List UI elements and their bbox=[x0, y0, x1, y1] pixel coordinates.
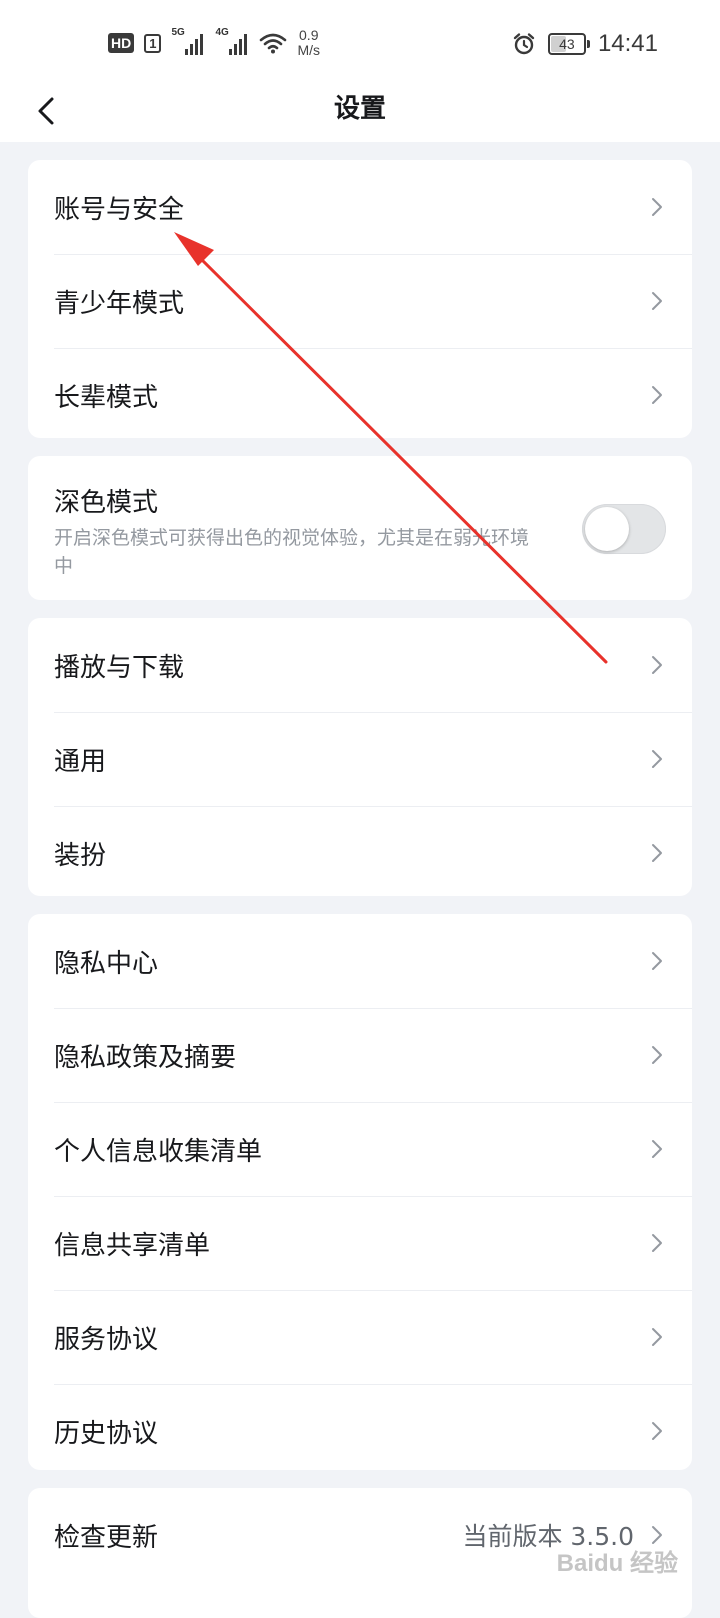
dark-mode-toggle[interactable] bbox=[582, 504, 666, 554]
row-label: 隐私中心 bbox=[54, 948, 159, 979]
media-group: 播放与下载 通用 装扮 bbox=[28, 618, 692, 896]
row-label: 装扮 bbox=[54, 840, 107, 871]
settings-row-appearance[interactable]: 装扮 bbox=[28, 806, 692, 896]
row-label: 历史协议 bbox=[54, 1418, 159, 1449]
settings-row-history-agreements[interactable]: 历史协议 bbox=[28, 1384, 692, 1470]
toggle-knob bbox=[585, 507, 629, 551]
chevron-right-icon bbox=[652, 198, 662, 216]
settings-row-teen-mode[interactable]: 青少年模式 bbox=[28, 254, 692, 348]
chevron-right-icon bbox=[652, 292, 662, 310]
chevron-right-icon bbox=[652, 1140, 662, 1158]
network-type-4g: 4G bbox=[215, 27, 229, 38]
row-label: 青少年模式 bbox=[54, 288, 185, 319]
chevron-right-icon bbox=[652, 952, 662, 970]
settings-row-info-sharing-list[interactable]: 信息共享清单 bbox=[28, 1196, 692, 1290]
nav-bar: 设置 bbox=[0, 90, 720, 142]
network-speed-value: 0.9 bbox=[299, 27, 319, 43]
row-label: 长辈模式 bbox=[54, 382, 159, 413]
battery-level-text: 43 bbox=[559, 36, 575, 52]
dark-mode-card: 深色模式 开启深色模式可获得出色的视觉体验，尤其是在弱光环境中 bbox=[28, 456, 692, 600]
dark-mode-title: 深色模式 bbox=[54, 488, 159, 518]
chevron-right-icon bbox=[652, 1046, 662, 1064]
settings-row-privacy-policy[interactable]: 隐私政策及摘要 bbox=[28, 1008, 692, 1102]
chevron-right-icon bbox=[652, 1234, 662, 1252]
settings-row-service-agreement[interactable]: 服务协议 bbox=[28, 1290, 692, 1384]
row-label: 隐私政策及摘要 bbox=[54, 1042, 237, 1073]
network-speed: 0.9 M/s bbox=[297, 28, 320, 58]
wifi-icon bbox=[260, 33, 287, 54]
row-label: 检查更新 bbox=[54, 1522, 159, 1553]
chevron-right-icon bbox=[652, 386, 662, 404]
network-speed-unit: M/s bbox=[297, 42, 321, 58]
account-group: 账号与安全 青少年模式 长辈模式 bbox=[28, 160, 692, 438]
dark-mode-description: 开启深色模式可获得出色的视觉体验，尤其是在弱光环境中 bbox=[54, 527, 530, 577]
network-type-5g: 5G bbox=[171, 27, 185, 38]
row-label: 账号与安全 bbox=[54, 194, 185, 225]
chevron-right-icon bbox=[652, 1328, 662, 1346]
settings-row-personal-info-list[interactable]: 个人信息收集清单 bbox=[28, 1102, 692, 1196]
chevron-right-icon bbox=[652, 656, 662, 674]
row-label: 信息共享清单 bbox=[54, 1230, 211, 1261]
signal-icon: 4G bbox=[215, 27, 249, 55]
settings-row-elder-mode[interactable]: 长辈模式 bbox=[28, 348, 692, 438]
settings-row-account-security[interactable]: 账号与安全 bbox=[28, 160, 692, 254]
row-label: 播放与下载 bbox=[54, 652, 185, 683]
chevron-right-icon bbox=[652, 844, 662, 862]
settings-row-privacy-center[interactable]: 隐私中心 bbox=[28, 914, 692, 1008]
privacy-group: 隐私中心 隐私政策及摘要 个人信息收集清单 信息共享清单 服务协议 历史协议 bbox=[28, 914, 692, 1470]
settings-row-playback-download[interactable]: 播放与下载 bbox=[28, 618, 692, 712]
clock: 14:41 bbox=[597, 30, 658, 57]
chevron-right-icon bbox=[652, 750, 662, 768]
status-bar: HD 1 5G 4G 0.9 M/s 43 14:41 bbox=[0, 0, 720, 90]
watermark: Baidu 经验 bbox=[556, 1550, 678, 1577]
row-label: 通用 bbox=[54, 746, 107, 777]
sim-badge: 1 bbox=[144, 33, 162, 53]
status-right: 43 14:41 bbox=[512, 30, 658, 58]
signal-icon: 5G bbox=[171, 27, 205, 55]
chevron-right-icon bbox=[652, 1422, 662, 1440]
settings-row-general[interactable]: 通用 bbox=[28, 712, 692, 806]
row-label: 服务协议 bbox=[54, 1324, 159, 1355]
alarm-icon bbox=[513, 33, 535, 55]
row-label: 个人信息收集清单 bbox=[54, 1136, 263, 1167]
page-title: 设置 bbox=[333, 94, 386, 124]
status-left: HD 1 5G 4G 0.9 M/s bbox=[108, 27, 320, 58]
hd-badge: HD bbox=[108, 33, 135, 53]
battery-icon: 43 bbox=[547, 33, 590, 55]
